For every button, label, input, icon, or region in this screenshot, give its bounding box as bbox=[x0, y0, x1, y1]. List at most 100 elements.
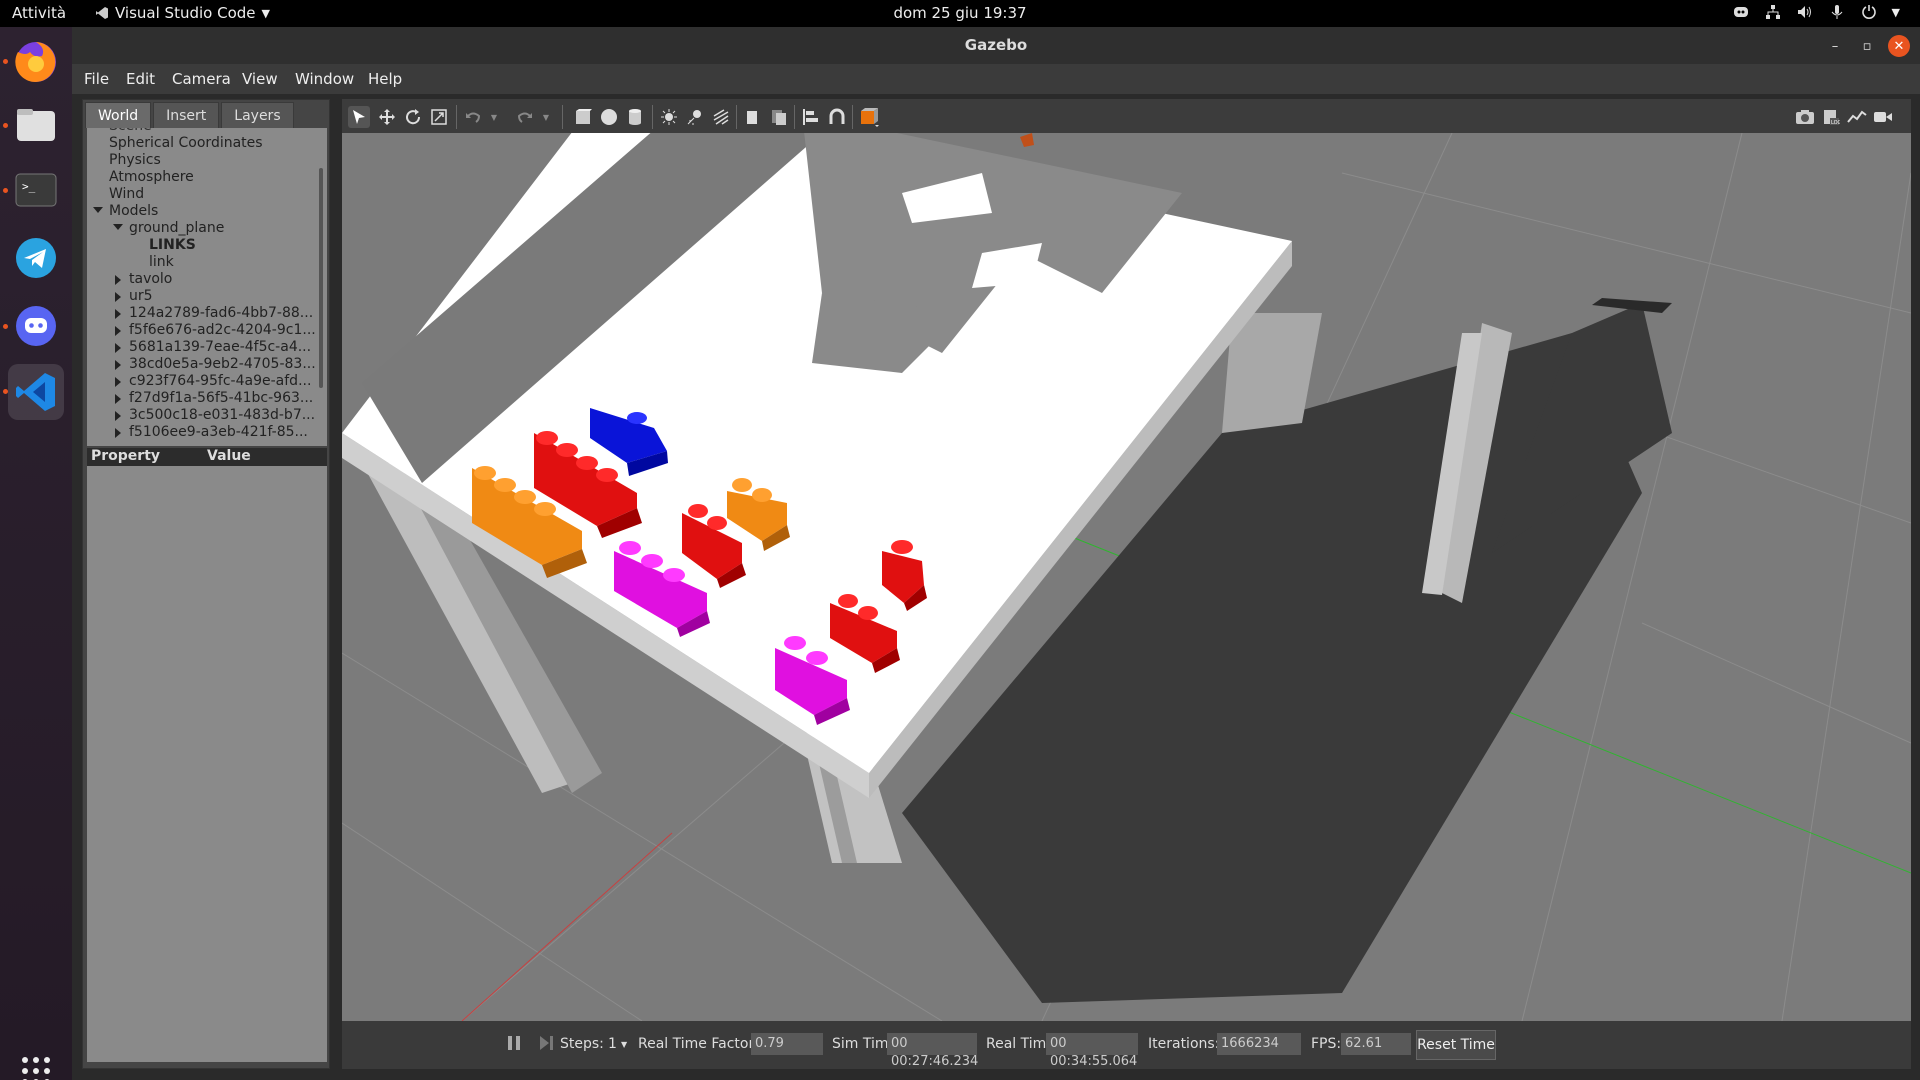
chevron-down-icon[interactable]: ▼ bbox=[1892, 6, 1900, 19]
maximize-button[interactable]: ▫ bbox=[1856, 35, 1878, 57]
terminal-icon: >_ bbox=[15, 173, 57, 207]
chevron-down-icon[interactable]: ▼ bbox=[488, 106, 500, 128]
tree-item-physics[interactable]: Physics bbox=[109, 152, 161, 169]
left-panel: World Insert Layers Scene Spherical Coor… bbox=[82, 99, 330, 1069]
scene-render bbox=[342, 133, 1911, 1021]
expand-arrow-icon[interactable] bbox=[115, 292, 121, 302]
expand-arrow-icon[interactable] bbox=[93, 207, 103, 213]
menu-edit[interactable]: Edit bbox=[126, 70, 155, 88]
app-menu-label: Visual Studio Code bbox=[115, 4, 256, 22]
microphone-icon[interactable] bbox=[1828, 3, 1846, 21]
minimize-button[interactable]: – bbox=[1824, 35, 1846, 57]
expand-arrow-icon[interactable] bbox=[115, 377, 121, 387]
chevron-down-icon[interactable]: ▼ bbox=[621, 1040, 627, 1049]
copy-icon[interactable] bbox=[742, 106, 764, 128]
snap-icon[interactable] bbox=[826, 106, 848, 128]
tree-item-ground-plane[interactable]: ground_plane bbox=[129, 220, 224, 237]
sphere-shape-icon[interactable] bbox=[598, 106, 620, 128]
pause-icon bbox=[508, 1036, 520, 1050]
dock-firefox[interactable] bbox=[8, 34, 64, 90]
volume-icon[interactable] bbox=[1796, 3, 1814, 21]
tree-item-ur5[interactable]: ur5 bbox=[129, 288, 153, 305]
steps-stepper[interactable]: 1 bbox=[608, 1036, 617, 1052]
select-mode-icon[interactable] bbox=[348, 106, 370, 128]
screenshot-icon[interactable] bbox=[1794, 106, 1816, 128]
app-menu[interactable]: Visual Studio Code ▼ bbox=[95, 4, 270, 22]
rotate-mode-icon[interactable] bbox=[402, 106, 424, 128]
tree-item-model[interactable]: 5681a139-7eae-4f5c-a4... bbox=[129, 339, 311, 356]
system-tray[interactable]: ▼ bbox=[1732, 3, 1900, 21]
tab-layers[interactable]: Layers bbox=[221, 102, 294, 128]
video-record-icon[interactable] bbox=[1872, 106, 1894, 128]
power-icon[interactable] bbox=[1860, 3, 1878, 21]
title-bar[interactable]: Gazebo – ▫ ✕ bbox=[72, 27, 1920, 64]
expand-arrow-icon[interactable] bbox=[115, 309, 121, 319]
tab-insert[interactable]: Insert bbox=[153, 102, 220, 128]
iterations-label: Iterations: bbox=[1148, 1036, 1220, 1052]
network-icon[interactable] bbox=[1764, 3, 1782, 21]
point-light-icon[interactable] bbox=[658, 106, 680, 128]
expand-arrow-icon[interactable] bbox=[115, 343, 121, 353]
menu-file[interactable]: File bbox=[84, 70, 109, 88]
tab-world[interactable]: World bbox=[85, 102, 152, 128]
tree-item-model[interactable]: f5f6e676-ad2c-4204-9c1... bbox=[129, 322, 316, 339]
tree-item-model[interactable]: f27d9f1a-56f5-41bc-963... bbox=[129, 390, 313, 407]
tree-item-wind[interactable]: Wind bbox=[109, 186, 144, 203]
view-angle-icon[interactable] bbox=[858, 106, 880, 128]
align-icon[interactable] bbox=[800, 106, 822, 128]
dock-discord[interactable] bbox=[8, 298, 64, 354]
redo-icon[interactable] bbox=[514, 106, 536, 128]
dock-telegram[interactable] bbox=[8, 230, 64, 286]
expand-arrow-icon[interactable] bbox=[115, 394, 121, 404]
activities-button[interactable]: Attività bbox=[12, 4, 66, 22]
scale-mode-icon[interactable] bbox=[428, 106, 450, 128]
reset-time-button[interactable]: Reset Time bbox=[1416, 1030, 1496, 1060]
show-applications-button[interactable] bbox=[8, 1043, 64, 1080]
tree-item-spherical-coordinates[interactable]: Spherical Coordinates bbox=[109, 135, 263, 152]
tree-item-model[interactable]: f5106ee9-a3eb-421f-85... bbox=[129, 424, 308, 441]
plot-icon[interactable] bbox=[1846, 106, 1868, 128]
spot-light-icon[interactable] bbox=[684, 106, 706, 128]
toolbar-separator bbox=[456, 105, 457, 129]
menu-help[interactable]: Help bbox=[368, 70, 402, 88]
clock[interactable]: dom 25 giu 19:37 bbox=[893, 4, 1026, 22]
close-button[interactable]: ✕ bbox=[1888, 35, 1910, 57]
tree-item-tavolo[interactable]: tavolo bbox=[129, 271, 172, 288]
dock-terminal[interactable]: >_ bbox=[8, 162, 64, 218]
menu-bar: File Edit Camera View Window Help bbox=[72, 64, 1920, 94]
box-shape-icon[interactable] bbox=[572, 106, 594, 128]
tree-item-link[interactable]: link bbox=[149, 254, 174, 271]
tree-item-links: LINKS bbox=[149, 237, 196, 253]
chevron-down-icon[interactable]: ▼ bbox=[540, 106, 552, 128]
discord-tray-icon[interactable] bbox=[1732, 3, 1750, 21]
log-icon[interactable]: LOG bbox=[1820, 106, 1842, 128]
3d-viewport[interactable] bbox=[342, 133, 1911, 1021]
tree-scrollbar[interactable] bbox=[319, 168, 323, 388]
menu-view[interactable]: View bbox=[242, 70, 278, 88]
toolbar-separator bbox=[852, 105, 853, 129]
dock-files[interactable] bbox=[8, 97, 64, 153]
tree-item-model[interactable]: c923f764-95fc-4a9e-afd... bbox=[129, 373, 311, 390]
expand-arrow-icon[interactable] bbox=[113, 224, 123, 230]
menu-window[interactable]: Window bbox=[295, 70, 354, 88]
tree-item-model[interactable]: 38cd0e5a-9eb2-4705-83... bbox=[129, 356, 316, 373]
directional-light-icon[interactable] bbox=[710, 106, 732, 128]
expand-arrow-icon[interactable] bbox=[115, 360, 121, 370]
menu-camera[interactable]: Camera bbox=[172, 70, 231, 88]
expand-arrow-icon[interactable] bbox=[115, 275, 121, 285]
expand-arrow-icon[interactable] bbox=[115, 411, 121, 421]
expand-arrow-icon[interactable] bbox=[115, 428, 121, 438]
translate-mode-icon[interactable] bbox=[376, 106, 398, 128]
tree-item-atmosphere[interactable]: Atmosphere bbox=[109, 169, 194, 186]
tree-item-model[interactable]: 3c500c18-e031-483d-b7... bbox=[129, 407, 315, 424]
expand-arrow-icon[interactable] bbox=[115, 326, 121, 336]
dock-vscode[interactable] bbox=[8, 364, 64, 420]
tree-item-scene[interactable]: Scene bbox=[109, 128, 152, 135]
undo-icon[interactable] bbox=[462, 106, 484, 128]
tree-item-models[interactable]: Models bbox=[109, 203, 158, 220]
cylinder-shape-icon[interactable] bbox=[624, 106, 646, 128]
step-button[interactable] bbox=[538, 1035, 554, 1055]
paste-icon[interactable] bbox=[768, 106, 790, 128]
pause-button[interactable] bbox=[507, 1035, 521, 1055]
tree-item-model[interactable]: 124a2789-fad6-4bb7-88... bbox=[129, 305, 313, 322]
